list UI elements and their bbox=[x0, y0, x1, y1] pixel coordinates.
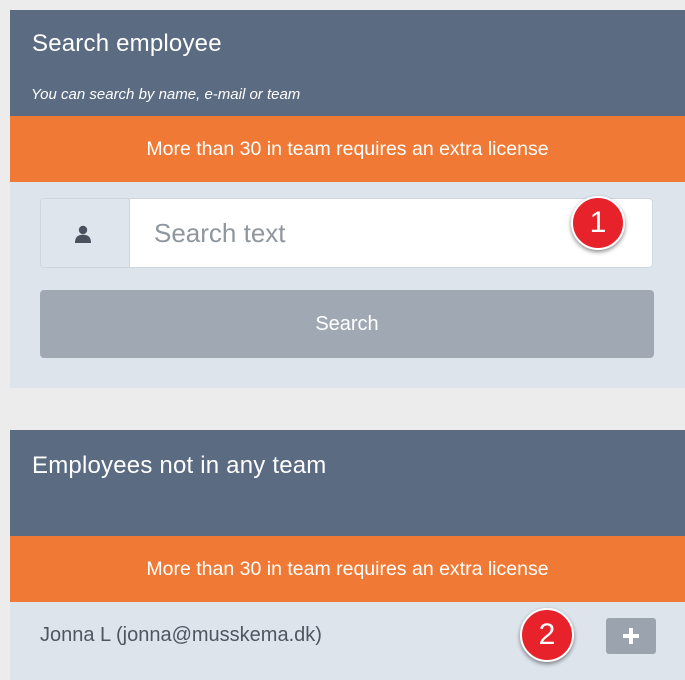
list-item: Jonna L (jonna@musskema.dk) bbox=[10, 602, 685, 668]
employees-panel-header: Employees not in any team bbox=[10, 430, 685, 536]
search-panel-subtitle: You can search by name, e-mail or team bbox=[31, 86, 301, 103]
annotation-marker-2: 2 bbox=[520, 608, 574, 662]
employee-label: Jonna L (jonna@musskema.dk) bbox=[40, 624, 322, 646]
search-panel-header: Search employee You can search by name, … bbox=[10, 10, 685, 116]
license-notice-banner: More than 30 in team requires an extra l… bbox=[10, 116, 685, 182]
add-employee-button[interactable] bbox=[606, 618, 656, 654]
annotation-marker-1: 1 bbox=[571, 196, 625, 250]
license-notice-banner: More than 30 in team requires an extra l… bbox=[10, 536, 685, 602]
search-button[interactable]: Search bbox=[40, 290, 654, 358]
search-input[interactable] bbox=[130, 199, 630, 267]
search-input-group bbox=[40, 198, 653, 268]
employees-not-in-team-panel: Employees not in any team More than 30 i… bbox=[10, 430, 685, 680]
employees-panel-title: Employees not in any team bbox=[32, 452, 327, 479]
search-panel-title: Search employee bbox=[32, 30, 222, 57]
search-input-addon bbox=[41, 199, 130, 267]
